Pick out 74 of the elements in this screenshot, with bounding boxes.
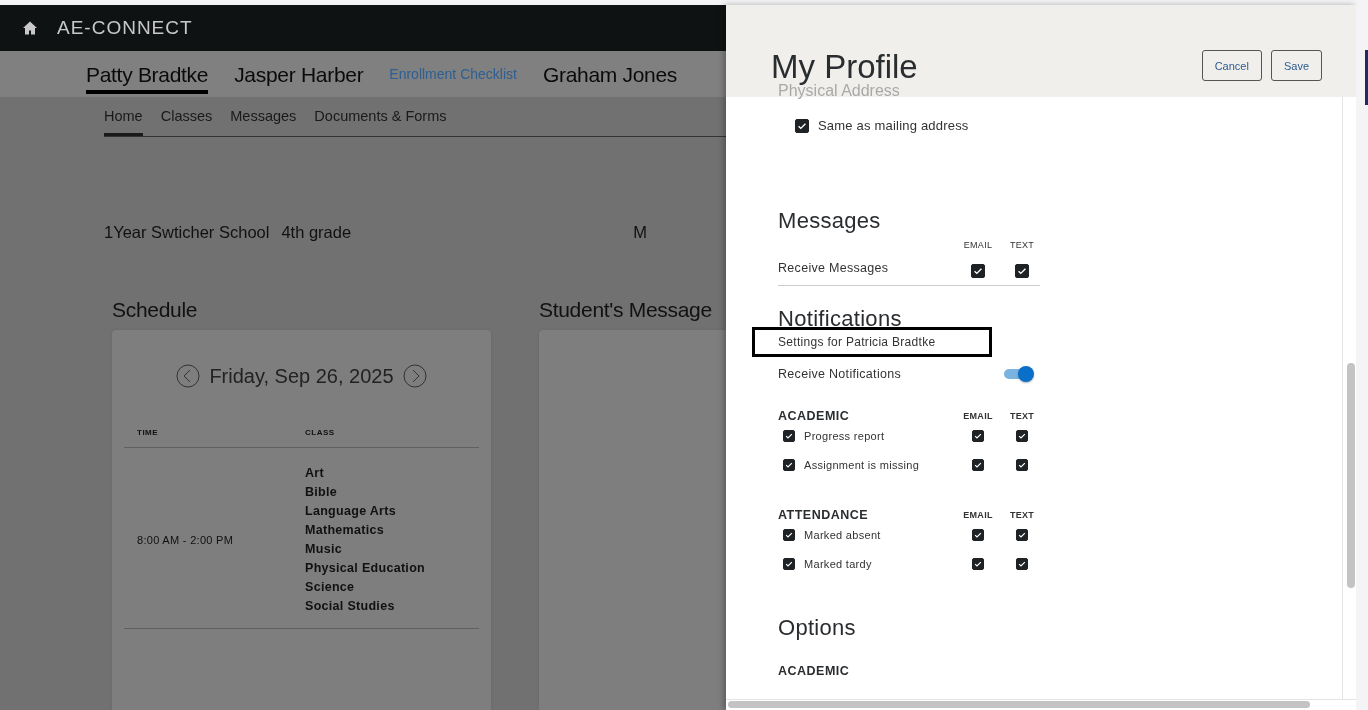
home-icon[interactable] bbox=[22, 20, 38, 36]
group-title: ACADEMIC bbox=[778, 664, 851, 678]
class-name: Physical Education bbox=[305, 560, 426, 577]
section-title: Options bbox=[778, 615, 857, 641]
column-header: TEXT bbox=[1008, 240, 1036, 250]
toggle-switch[interactable] bbox=[1004, 369, 1032, 379]
checkbox-label: Marked tardy bbox=[804, 557, 872, 570]
section-title: Messages bbox=[778, 208, 882, 234]
class-name: Bible bbox=[305, 484, 339, 501]
checkbox[interactable] bbox=[972, 529, 984, 541]
section-title: Student's Message bbox=[539, 298, 713, 322]
class-name: Music bbox=[305, 541, 343, 558]
scrollbar-thumb[interactable] bbox=[1347, 363, 1355, 588]
column-header: EMAIL bbox=[962, 240, 994, 250]
column-header: TEXT bbox=[1008, 411, 1036, 421]
column-header: EMAIL bbox=[962, 411, 994, 421]
checkbox[interactable] bbox=[972, 557, 984, 570]
previous-icon[interactable] bbox=[176, 364, 201, 388]
checkbox[interactable] bbox=[972, 430, 984, 442]
check-icon bbox=[784, 530, 794, 540]
class-name: Social Studies bbox=[305, 598, 396, 615]
checkbox[interactable] bbox=[1015, 264, 1029, 278]
check-icon bbox=[1017, 431, 1027, 441]
grade-label: 4th grade bbox=[281, 223, 352, 242]
class-name: Mathematics bbox=[305, 522, 386, 539]
info-text: M bbox=[633, 223, 647, 242]
class-name: Science bbox=[305, 579, 356, 596]
checkbox[interactable] bbox=[1016, 557, 1028, 570]
nav-tab[interactable]: Documents & Forms bbox=[314, 108, 447, 136]
column-header: CLASS bbox=[305, 428, 335, 437]
checkbox[interactable] bbox=[1016, 529, 1028, 541]
check-icon bbox=[973, 530, 983, 540]
student-tab[interactable]: Graham Jones bbox=[542, 54, 678, 94]
checkbox-label: Progress report bbox=[804, 430, 885, 442]
nav-tab[interactable]: Classes bbox=[160, 108, 213, 136]
class-name: Art bbox=[305, 465, 325, 482]
nav-tab[interactable]: Messages bbox=[230, 108, 297, 136]
section-title: Schedule bbox=[112, 298, 199, 322]
check-icon bbox=[973, 431, 983, 441]
student-tab[interactable]: Jasper Harber bbox=[234, 54, 364, 94]
scrollbar-thumb[interactable] bbox=[728, 701, 1310, 708]
checkbox[interactable] bbox=[783, 430, 795, 442]
toggle-label: Receive Notifications bbox=[778, 367, 903, 381]
group-title: ATTENDANCE bbox=[778, 508, 870, 522]
group-title: ACADEMIC bbox=[778, 409, 851, 423]
checkbox[interactable] bbox=[1016, 430, 1028, 442]
checkbox-label: Marked absent bbox=[804, 529, 881, 541]
section-title: Physical Address bbox=[778, 83, 900, 99]
header-button[interactable]: Cancel bbox=[1201, 50, 1262, 81]
nav-tab[interactable]: Home bbox=[104, 108, 143, 136]
school-name: 1Year Swticher School bbox=[104, 223, 270, 242]
settings-label: Settings for Patricia Bradtke bbox=[752, 327, 993, 357]
next-icon[interactable] bbox=[402, 364, 427, 388]
class-name: Language Arts bbox=[305, 503, 397, 520]
column-header: TIME bbox=[136, 428, 160, 437]
checkbox[interactable] bbox=[972, 458, 984, 471]
row-label: Receive Messages bbox=[778, 261, 890, 275]
column-header: EMAIL bbox=[962, 510, 994, 520]
checkbox[interactable] bbox=[1016, 458, 1028, 471]
schedule-date: Friday, Sep 26, 2025 bbox=[209, 364, 394, 388]
check-icon bbox=[1017, 530, 1027, 540]
checkbox[interactable] bbox=[783, 529, 795, 541]
checkbox-label: Same as mailing address bbox=[818, 118, 969, 133]
column-header: TEXT bbox=[1008, 510, 1036, 520]
header-button[interactable]: Save bbox=[1270, 50, 1322, 81]
checkbox[interactable] bbox=[971, 264, 985, 278]
checkbox-label: Assignment is missing bbox=[804, 458, 920, 471]
app-title: AE-CONNECT bbox=[57, 17, 193, 39]
checkbox[interactable] bbox=[795, 118, 809, 133]
student-tab[interactable]: Patty Bradtke bbox=[86, 54, 209, 94]
checkbox[interactable] bbox=[783, 458, 795, 471]
checkbox[interactable] bbox=[783, 557, 795, 570]
time-cell-text: 8:00 AM - 2:00 PM bbox=[136, 534, 235, 546]
check-icon bbox=[784, 431, 794, 441]
